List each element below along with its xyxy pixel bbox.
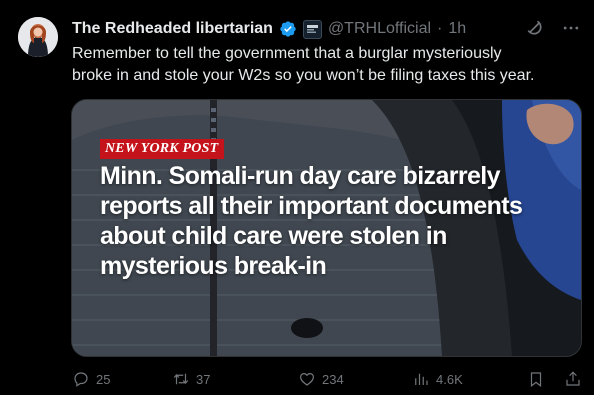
affiliate-badge-icon[interactable] (302, 19, 322, 39)
tweet: The Redheaded libertarian @TRHLofficial … (0, 0, 594, 395)
view-count: 4.6K (436, 371, 463, 387)
headline-overlay: NEW YORK POST Minn. Somali-run day care … (100, 139, 570, 281)
reply-count: 25 (96, 371, 111, 387)
views-button[interactable]: 4.6K (412, 370, 463, 388)
heart-icon (300, 372, 314, 386)
share-icon (566, 371, 580, 386)
bookmark-button[interactable] (527, 370, 545, 388)
news-headline: Minn. Somali-run day care bizarrely repo… (100, 162, 523, 280)
action-bar: 25 37 234 4.6K (72, 368, 582, 390)
bookmark-icon (530, 372, 542, 387)
verified-badge-icon (279, 20, 297, 38)
tweet-header: The Redheaded libertarian @TRHLofficial … (72, 17, 582, 41)
like-count: 234 (322, 371, 344, 387)
avatar[interactable] (18, 17, 58, 57)
news-source-tag: NEW YORK POST (100, 139, 225, 159)
like-button[interactable]: 234 (298, 370, 344, 388)
author-name[interactable]: The Redheaded libertarian (72, 20, 273, 38)
timestamp[interactable]: 1h (448, 20, 466, 38)
share-button[interactable] (564, 370, 582, 388)
repost-count: 37 (196, 371, 211, 387)
views-icon (415, 373, 428, 385)
repost-icon (173, 373, 189, 385)
tweet-text: Remember to tell the government that a b… (72, 45, 535, 84)
more-icon[interactable] (560, 17, 582, 39)
separator-dot: · (437, 20, 443, 37)
repost-button[interactable]: 37 (172, 370, 210, 388)
media-card[interactable]: NEW YORK POST Minn. Somali-run day care … (71, 99, 582, 357)
author-handle[interactable]: @TRHLofficial (328, 20, 431, 38)
reply-button[interactable]: 25 (72, 370, 110, 388)
grok-icon[interactable] (524, 17, 546, 39)
header-actions (524, 17, 582, 39)
reply-icon (74, 372, 88, 387)
